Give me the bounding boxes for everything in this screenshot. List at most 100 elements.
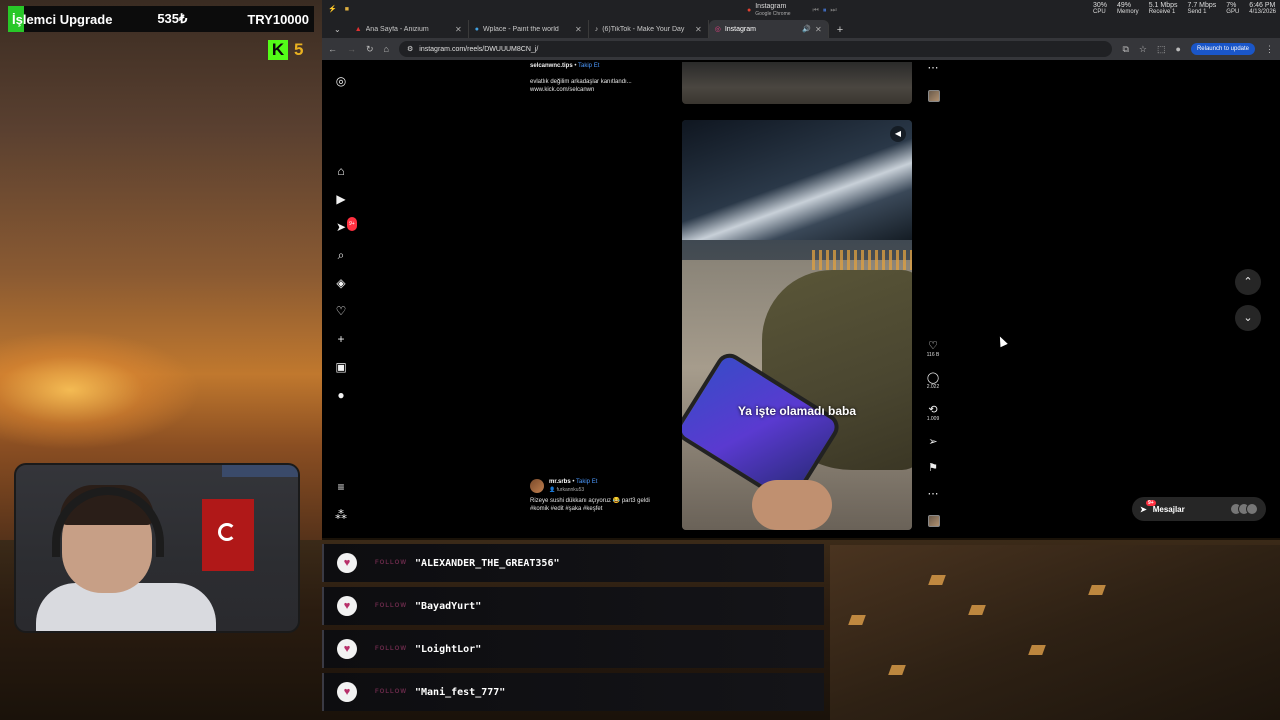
follower-name: "BayadYurt" <box>415 600 482 612</box>
stream-scene: İşlemci Upgrade 535₺ TRY10000 K 5 ⚡ ■ ● … <box>0 0 1280 720</box>
reload-icon[interactable]: ↻ <box>366 44 374 55</box>
home-icon[interactable]: ⌂ <box>384 44 389 54</box>
stat-receive: 5.1 Mbps Receive 1 <box>1148 2 1178 15</box>
message-avatars <box>1230 503 1258 515</box>
tab-anizium[interactable]: ▲ Ana Sayfa - Anizium ✕ <box>349 20 469 38</box>
tab-wplace[interactable]: ● Wplace - Paint the world ✕ <box>469 20 589 38</box>
notifications-heart-icon[interactable]: ♡ <box>334 304 348 318</box>
repost-button[interactable]: ⟲ 1.009 <box>924 404 942 422</box>
extensions-icon[interactable]: ⬚ <box>1157 44 1166 55</box>
menu-icon[interactable]: ⋮ <box>1265 44 1274 55</box>
reel-caption-text: Rizeye sushi dükkanı açıyoruz 😂 part3 ge… <box>530 498 650 512</box>
follower-name: "Mani_fest_777" <box>415 686 506 698</box>
kick-logo-icon: K <box>268 40 288 60</box>
profile-icon[interactable]: ● <box>1176 44 1181 54</box>
reels-icon[interactable]: ▶ <box>334 192 348 206</box>
home-icon[interactable]: ⌂ <box>334 164 348 178</box>
like-button[interactable]: ♡ 116 B <box>924 340 942 358</box>
webcam-feed <box>14 463 300 633</box>
close-icon[interactable]: ✕ <box>815 25 822 34</box>
create-plus-icon[interactable]: + <box>334 332 348 346</box>
dashboard-icon[interactable]: ▣ <box>334 360 348 374</box>
goal-target: TRY10000 <box>247 11 309 27</box>
media-next-icon[interactable]: ⏭ <box>830 7 836 14</box>
audio-thumb[interactable] <box>928 90 940 102</box>
back-icon[interactable]: ← <box>328 44 337 54</box>
follow-button[interactable]: Takip Et <box>576 479 597 485</box>
active-app: ● Instagram Google Chrome ⏮ ⏸ ⏭ <box>747 3 837 18</box>
follower-name: "LoightLor" <box>415 643 482 655</box>
ig-sidebar: ◎ ⌂ ▶ ➤ 9+ ⌕ ◈ ♡ + ▣ ● ≡ ⁂ <box>330 62 357 538</box>
folder-icon[interactable]: ■ <box>345 6 349 13</box>
tab-strip: ⌄ ▲ Ana Sayfa - Anizium ✕ ● Wplace - Pai… <box>322 18 1280 38</box>
follow-alert: ♥ FOLLOW "ALEXANDER_THE_GREAT356" <box>322 544 824 582</box>
heart-icon: ♥ <box>337 553 357 573</box>
previous-reel-user[interactable]: selcanwnc.tips <box>530 63 573 69</box>
close-icon[interactable]: ✕ <box>455 25 462 34</box>
media-prev-icon[interactable]: ⏮ <box>813 7 819 14</box>
url-text: instagram.com/reels/DWUUUM8CN_j/ <box>419 45 539 53</box>
close-icon[interactable]: ✕ <box>695 25 702 34</box>
collab-user[interactable]: 👤 furkannku53 <box>549 487 584 493</box>
site-info-icon[interactable]: ⚙ <box>407 45 413 53</box>
previous-reel-up-icon[interactable]: ⌃ <box>1235 269 1261 295</box>
more-menu-icon[interactable]: ≡ <box>334 480 348 494</box>
address-bar[interactable]: ⚙ instagram.com/reels/DWUUUM8CN_j/ <box>398 41 1113 57</box>
goal-current: 535₺ <box>157 11 188 26</box>
tab-instagram[interactable]: ◎ Instagram 🔊 ✕ <box>708 20 829 38</box>
send-icon: ➤ 9+ <box>1140 499 1156 514</box>
tab-search-icon[interactable]: ⌄ <box>326 25 349 38</box>
messages-label: Mesajlar <box>1152 504 1185 514</box>
close-icon[interactable]: ✕ <box>575 25 582 34</box>
reel-actions: ⋯ ♡ 116 B ◯ 2.022 ⟲ 1.009 ➢ ⚑ ⋯ <box>924 62 942 538</box>
media-pause-icon[interactable]: ⏸ <box>823 7 827 14</box>
stat-send: 7.7 Mbps Send 1 <box>1187 2 1217 15</box>
reel-user-avatar[interactable] <box>530 479 544 493</box>
next-reel-down-icon[interactable]: ⌄ <box>1235 305 1261 331</box>
bookmark-star-icon[interactable]: ☆ <box>1139 44 1147 55</box>
more-options-icon[interactable]: ⋯ <box>924 62 942 74</box>
save-bookmark-icon[interactable]: ⚑ <box>924 462 942 474</box>
profile-avatar-icon[interactable]: ● <box>334 388 348 402</box>
app-launcher-icon[interactable]: ⚡ <box>328 5 337 13</box>
wplace-favicon-icon: ● <box>474 25 479 33</box>
messages-icon[interactable]: ➤ 9+ <box>334 217 357 234</box>
new-tab-icon[interactable]: + <box>829 24 851 38</box>
follow-alert: ♥ FOLLOW "LoightLor" <box>322 630 824 668</box>
stat-cpu: 30% CPU <box>1093 2 1108 15</box>
instagram-logo-icon[interactable]: ◎ <box>334 74 348 88</box>
reel-user[interactable]: mr.srbs <box>549 479 571 485</box>
reel-caption-block: mr.srbs • Takip Et 👤 furkannku53 Rizeye … <box>530 478 660 513</box>
search-icon[interactable]: ⌕ <box>334 248 348 262</box>
volume-icon[interactable]: ◀ <box>890 126 906 142</box>
follower-name: "ALEXANDER_THE_GREAT356" <box>415 557 560 569</box>
reel-video[interactable]: Ya işte olamadı baba ◀ <box>682 120 912 530</box>
follow-alerts: ♥ FOLLOW "ALEXANDER_THE_GREAT356" ♥ FOLL… <box>322 544 824 716</box>
install-icon[interactable]: ⧉ <box>1122 44 1128 55</box>
forward-icon[interactable]: → <box>347 44 356 54</box>
messages-button[interactable]: ➤ 9+ Mesajlar <box>1132 497 1266 521</box>
previous-reel-video[interactable] <box>682 62 912 104</box>
share-icon[interactable]: ➢ <box>924 436 942 448</box>
stat-memory: 49% Memory <box>1117 2 1139 15</box>
follow-alert: ♥ FOLLOW "Mani_fest_777" <box>322 673 824 711</box>
more-options-icon[interactable]: ⋯ <box>924 488 942 500</box>
stat-gpu: 7% GPU <box>1226 2 1240 15</box>
meta-threads-icon[interactable]: ⁂ <box>334 508 348 522</box>
speaker-icon[interactable]: 🔊 <box>802 25 811 33</box>
kick-viewer-count: K 5 <box>268 40 303 60</box>
previous-reel-follow[interactable]: Takip Et <box>578 63 599 69</box>
goal-title: İşlemci Upgrade <box>12 11 113 27</box>
tab-tiktok[interactable]: ♪ (6)TikTok - Make Your Day ✕ <box>589 20 709 38</box>
heart-icon: ♥ <box>337 639 357 659</box>
clock: 6:46 PM 4/13/2026 <box>1249 2 1276 15</box>
relaunch-button[interactable]: Relaunch to update <box>1190 43 1255 55</box>
heart-icon: ♥ <box>337 682 357 702</box>
village-houses <box>830 545 1280 720</box>
comment-button[interactable]: ◯ 2.022 <box>924 372 942 390</box>
instagram-favicon-icon: ◎ <box>714 26 721 33</box>
explore-icon[interactable]: ◈ <box>334 276 348 290</box>
active-app-title: Instagram <box>755 3 787 10</box>
heart-icon: ♥ <box>337 596 357 616</box>
audio-thumb[interactable] <box>928 515 940 527</box>
